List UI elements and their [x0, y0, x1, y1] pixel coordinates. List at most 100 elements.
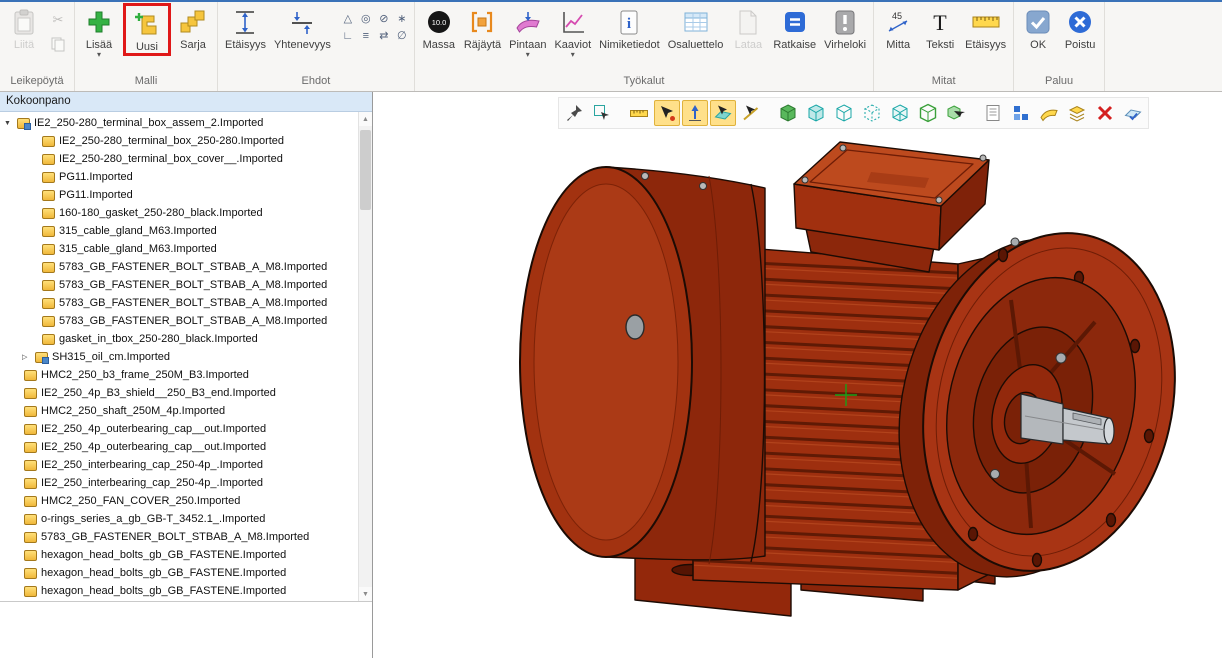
- tree-item[interactable]: IE2_250-280_terminal_box_cover__.Importe…: [0, 150, 358, 168]
- tree-item[interactable]: IE2_250_4p_outerbearing_cap__out.Importe…: [0, 420, 358, 438]
- load-button[interactable]: Lataa: [727, 4, 769, 51]
- part-hidden-button[interactable]: [859, 100, 885, 126]
- tree-item[interactable]: 315_cable_gland_M63.Imported: [0, 222, 358, 240]
- error-log-button[interactable]: Virheloki: [820, 4, 870, 51]
- notes-list-button[interactable]: [980, 100, 1006, 126]
- tree-scrollbar[interactable]: ▲ ▼: [358, 112, 372, 601]
- tree-item[interactable]: hexagon_head_bolts_gb_GB_FASTENE.Importe…: [0, 564, 358, 582]
- tree-item[interactable]: hexagon_head_bolts_gb_GB_FASTENE.Importe…: [0, 546, 358, 564]
- tree-item[interactable]: IE2_250_4p_outerbearing_cap__out.Importe…: [0, 438, 358, 456]
- item-info-button[interactable]: i Nimiketiedot: [595, 4, 664, 51]
- ok-button[interactable]: OK: [1017, 4, 1059, 51]
- to-surface-button[interactable]: Pintaan ▾: [505, 4, 550, 58]
- cut-button[interactable]: ✂: [47, 10, 69, 30]
- paste-button[interactable]: Liitä: [3, 4, 45, 51]
- measure-ruler-button[interactable]: [626, 100, 652, 126]
- tree-item[interactable]: 5783_GB_FASTENER_BOLT_STBAB_A_M8.Importe…: [0, 528, 358, 546]
- constraint-tangent-button[interactable]: ⊘: [375, 10, 393, 27]
- scrollbar-thumb[interactable]: [360, 130, 371, 210]
- tree-item[interactable]: HMC2_250_shaft_250M_4p.Imported: [0, 402, 358, 420]
- constraint-parallel-button[interactable]: ≡: [357, 27, 375, 44]
- part-icon: [24, 514, 37, 525]
- text-button[interactable]: T Teksti: [919, 4, 961, 51]
- tree-item[interactable]: ▼IE2_250-280_terminal_box_assem_2.Import…: [0, 114, 358, 132]
- structure-blocks-button[interactable]: [1008, 100, 1034, 126]
- tree-item[interactable]: IE2_250-280_terminal_box_250-280.Importe…: [0, 132, 358, 150]
- tree-item[interactable]: 5783_GB_FASTENER_BOLT_STBAB_A_M8.Importe…: [0, 258, 358, 276]
- exit-icon: [1067, 7, 1093, 37]
- part-iso-button[interactable]: [915, 100, 941, 126]
- tree-item-label: hexagon_head_bolts_gb_GB_FASTENE.Importe…: [41, 567, 286, 579]
- constraint-symmetric-button[interactable]: ∗: [393, 10, 411, 27]
- pin-button[interactable]: [561, 100, 587, 126]
- constraint-concentric-button[interactable]: ◎: [357, 10, 375, 27]
- layer-stack-button[interactable]: [1064, 100, 1090, 126]
- series-button[interactable]: Sarja: [172, 4, 214, 51]
- constraint-perpendicular-button[interactable]: ∟: [339, 27, 357, 44]
- pick-face-button[interactable]: [710, 100, 736, 126]
- tree-item[interactable]: o-rings_series_a_gb_GB-T_3452.1_.Importe…: [0, 510, 358, 528]
- part-wire-shaded-button[interactable]: [803, 100, 829, 126]
- fan-cover-part[interactable]: [520, 167, 765, 564]
- part-pick-button[interactable]: [943, 100, 969, 126]
- constraint-diameter-button[interactable]: ∅: [393, 27, 411, 44]
- pick-edge-button[interactable]: [738, 100, 764, 126]
- distance-measure-button[interactable]: Etäisyys: [961, 4, 1010, 51]
- tree-item[interactable]: 315_cable_gland_M63.Imported: [0, 240, 358, 258]
- 3d-viewport[interactable]: [373, 92, 1222, 658]
- constraint-angle-button[interactable]: △: [339, 10, 357, 27]
- part-icon: [42, 172, 55, 183]
- scroll-down-icon[interactable]: ▼: [359, 587, 372, 601]
- tree-item-label: 5783_GB_FASTENER_BOLT_STBAB_A_M8.Importe…: [59, 297, 327, 309]
- copy-button[interactable]: [47, 34, 69, 54]
- scroll-up-icon[interactable]: ▲: [359, 112, 372, 126]
- tree-item[interactable]: IE2_250_interbearing_cap_250-4p_.Importe…: [0, 456, 358, 474]
- new-part-button[interactable]: Uusi: [126, 6, 168, 53]
- tree-item[interactable]: ▷SH315_oil_cm.Imported: [0, 348, 358, 366]
- part-transparent-button[interactable]: [887, 100, 913, 126]
- part-icon: [42, 316, 55, 327]
- tree-item[interactable]: HMC2_250_FAN_COVER_250.Imported: [0, 492, 358, 510]
- tree-item[interactable]: IE2_250_4p_B3_shield__250_B3_end.Importe…: [0, 384, 358, 402]
- mass-button[interactable]: 10.0 Massa: [418, 4, 460, 51]
- dimension-button[interactable]: 45 Mitta: [877, 4, 919, 51]
- expand-icon[interactable]: ▷: [22, 353, 35, 361]
- tree-item[interactable]: PG11.Imported: [0, 168, 358, 186]
- part-wire-button[interactable]: [831, 100, 857, 126]
- select-box-button[interactable]: [589, 100, 615, 126]
- distance-constraint-icon: [232, 7, 258, 37]
- surface-mode-button[interactable]: [1036, 100, 1062, 126]
- motor-3d-model[interactable]: [373, 92, 1222, 658]
- assembly-icon: [17, 118, 30, 129]
- parts-list-button[interactable]: Osaluettelo: [664, 4, 728, 51]
- ruler-icon: [972, 7, 1000, 37]
- tree-item[interactable]: 5783_GB_FASTENER_BOLT_STBAB_A_M8.Importe…: [0, 276, 358, 294]
- distance-constraint-button[interactable]: Etäisyys: [221, 4, 270, 51]
- plane-align-button[interactable]: [1120, 100, 1146, 126]
- tree-item[interactable]: gasket_in_tbox_250-280_black.Imported: [0, 330, 358, 348]
- pick-point-button[interactable]: [654, 100, 680, 126]
- part-solid-button[interactable]: [775, 100, 801, 126]
- tree-item[interactable]: IE2_250_interbearing_cap_250-4p_.Importe…: [0, 474, 358, 492]
- terminal-box-part[interactable]: [794, 142, 989, 272]
- delete-selection-button[interactable]: [1092, 100, 1118, 126]
- constraint-swap-button[interactable]: ⇄: [375, 27, 393, 44]
- tree-item[interactable]: PG11.Imported: [0, 186, 358, 204]
- tree-item-label: 5783_GB_FASTENER_BOLT_STBAB_A_M8.Importe…: [59, 315, 327, 327]
- add-model-button[interactable]: Lisää ▾: [78, 4, 120, 58]
- pick-axis-button[interactable]: [682, 100, 708, 126]
- tree-item[interactable]: hexagon_head_bolts_gb_GB_FASTENE.Importe…: [0, 582, 358, 600]
- tree-item-label: HMC2_250_FAN_COVER_250.Imported: [41, 495, 240, 507]
- tree-item[interactable]: 5783_GB_FASTENER_BOLT_STBAB_A_M8.Importe…: [0, 294, 358, 312]
- exit-button[interactable]: Poistu: [1059, 4, 1101, 51]
- tree-item[interactable]: 5783_GB_FASTENER_BOLT_STBAB_A_M8.Importe…: [0, 312, 358, 330]
- collapse-icon[interactable]: ▼: [4, 120, 17, 127]
- ribbon-group-label: Työkalut: [418, 72, 870, 91]
- coincidence-constraint-button[interactable]: Yhtenevyys: [270, 4, 335, 51]
- tree-item[interactable]: 160-180_gasket_250-280_black.Imported: [0, 204, 358, 222]
- mass-icon: 10.0: [426, 7, 452, 37]
- tree-item[interactable]: HMC2_250_b3_frame_250M_B3.Imported: [0, 366, 358, 384]
- solve-button[interactable]: Ratkaise: [769, 4, 820, 51]
- diagrams-button[interactable]: Kaaviot ▾: [550, 4, 595, 58]
- explode-button[interactable]: Räjäytä: [460, 4, 505, 51]
